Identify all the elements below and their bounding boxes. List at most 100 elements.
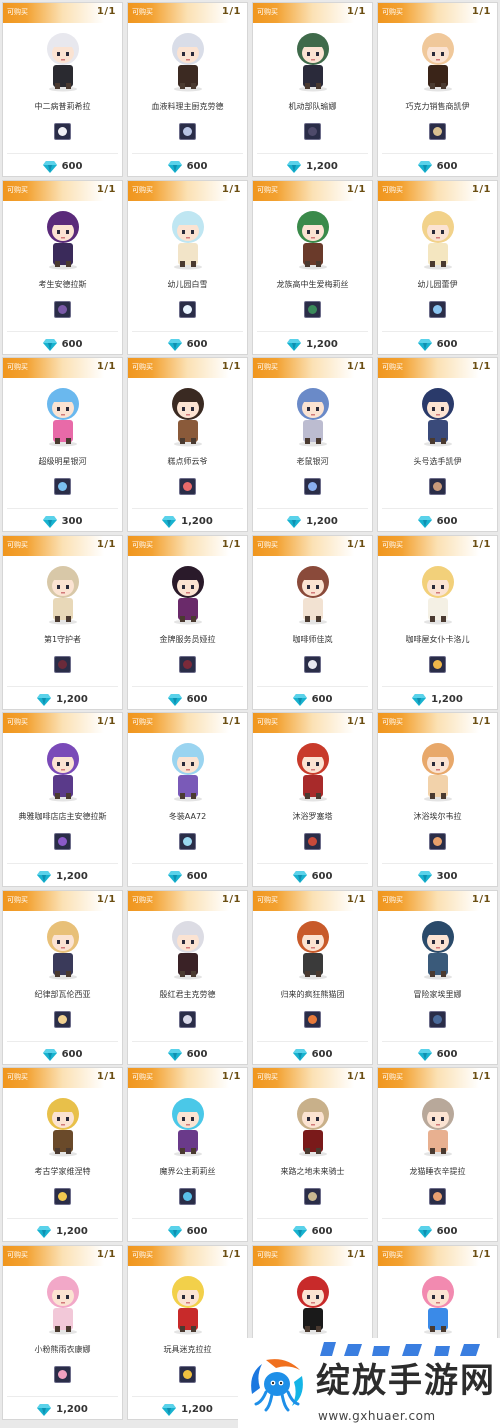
card-divider — [382, 1040, 493, 1042]
shop-item-grid: 可购买 1/1 中二病普莉希拉 600 可购买 1/1 血液料理主厨克劳德 600 可购买 1/1… — [2, 2, 498, 1420]
price-value: 600 — [436, 1048, 458, 1060]
diamond-icon — [417, 338, 432, 351]
card-header: 可购买 1/1 — [378, 3, 497, 23]
shop-item-card[interactable]: 可购买 1/1 龙猫睡衣辛提拉 600 — [377, 1067, 498, 1242]
shop-item-card[interactable]: 可购买 1/1 考古学家维涅特 1,200 — [2, 1067, 123, 1242]
shop-item-card[interactable]: 可购买 1/1 典雅咖啡店店主安德拉斯 1,200 — [2, 712, 123, 887]
stock-count: 1/1 — [96, 1071, 116, 1082]
character-sprite — [278, 558, 348, 626]
shop-item-card[interactable]: 可购买 1/1 龙族高中生爱梅莉丝 1,200 — [252, 179, 373, 355]
shop-item-card[interactable]: 可购买 1/1 超级明星银河 300 — [2, 357, 123, 532]
character-sprite — [153, 380, 223, 448]
shop-item-card[interactable]: 可购买 1/1 金牌服务员娅拉 600 — [127, 534, 248, 710]
shop-item-card[interactable]: 可购买 1/1 归来的疯狂熊猫团 600 — [252, 889, 373, 1065]
card-header: 可购买 1/1 — [128, 890, 247, 911]
price-row: 600 — [378, 337, 497, 353]
stock-count: 1/1 — [221, 538, 241, 550]
stock-count: 1/1 — [96, 716, 116, 727]
price-row: 600 — [253, 1224, 372, 1240]
shop-item-card[interactable]: 可购买 1/1 考生安德拉斯 600 — [2, 179, 123, 355]
shop-item-card[interactable]: 可购买 1/1 纪律部瓦伦西亚 600 — [2, 889, 123, 1065]
shop-item-card[interactable]: 可购买 1/1 幼儿园白雪 600 — [127, 179, 248, 355]
diamond-icon — [412, 693, 427, 706]
shop-item-card[interactable]: 可购买 1/1 殷红君主克劳德 600 — [127, 889, 248, 1065]
card-divider — [7, 863, 118, 864]
shop-item-card[interactable]: 可购买 1/1 冒险家埃里娜 600 — [377, 889, 498, 1065]
shop-item-card[interactable]: 可购买 1/1 幼儿园蕾伊 600 — [377, 179, 498, 355]
card-divider — [257, 153, 368, 154]
stock-count: 1/1 — [346, 6, 366, 17]
shop-item-card[interactable]: 可购买 1/1 巧克力销售商凯伊 600 — [377, 2, 498, 177]
card-header: 可购买 1/1 — [128, 180, 247, 201]
price-value: 600 — [436, 516, 458, 527]
purchasable-label: 可购买 — [7, 185, 28, 194]
card-divider — [7, 1040, 118, 1042]
character-thumbnail — [429, 833, 446, 850]
price-value: 1,200 — [306, 516, 338, 527]
price-value: 600 — [186, 338, 208, 350]
price-value: 1,200 — [431, 693, 463, 705]
diamond-icon — [287, 338, 302, 351]
diamond-icon — [287, 516, 302, 528]
shop-item-card[interactable]: 可购买 1/1 冬装AA72 600 — [127, 712, 248, 887]
shop-item-card[interactable]: 可购买 1/1 沐浴罗塞塔 600 — [252, 712, 373, 887]
shop-item-card[interactable]: 可购买 1/1 中二病普莉希拉 600 — [2, 2, 123, 177]
watermark-title: 绽放手游网 — [316, 1361, 496, 1401]
shop-item-card[interactable]: 可购买 1/1 咖啡屋女仆卡洛儿 1,200 — [377, 534, 498, 710]
card-header: 可购买 1/1 — [3, 1068, 122, 1088]
card-header: 可购买 1/1 — [253, 1068, 372, 1088]
diamond-icon — [37, 693, 52, 706]
card-divider — [382, 1218, 493, 1219]
octopus-logo-icon — [246, 1354, 308, 1416]
shop-item-card[interactable]: 可购买 1/1 小粉熊雨衣康娜 1,200 — [2, 1244, 123, 1420]
character-name: 归来的疯狂熊猫团 — [280, 989, 345, 999]
stock-count: 1/1 — [96, 183, 116, 195]
character-name: 超级明星银河 — [38, 457, 87, 466]
diamond-icon — [42, 1048, 57, 1061]
character-thumbnail — [54, 1365, 71, 1383]
stock-count: 1/1 — [221, 6, 241, 17]
card-header: 可购买 1/1 — [128, 3, 247, 23]
diamond-icon — [37, 1226, 52, 1238]
shop-item-card[interactable]: 可购买 1/1 血液料理主厨克劳德 600 — [127, 2, 248, 177]
character-sprite — [153, 25, 223, 93]
shop-item-card[interactable]: 可购买 1/1 机动部队瑜娜 1,200 — [252, 2, 373, 177]
shop-item-card[interactable]: 可购买 1/1 老鼠银河 1,200 — [252, 357, 373, 532]
character-thumbnail — [179, 123, 196, 140]
character-sprite — [278, 913, 348, 981]
shop-item-card[interactable]: 可购买 1/1 来路之地未来骑士 600 — [252, 1067, 373, 1242]
card-header: 可购买 1/1 — [253, 180, 372, 201]
character-thumbnail — [179, 655, 196, 673]
shop-item-card[interactable]: 可购买 1/1 魔界公主莉莉丝 600 — [127, 1067, 248, 1242]
character-thumbnail — [179, 478, 196, 495]
card-divider — [7, 685, 118, 687]
character-thumbnail — [54, 1010, 71, 1028]
diamond-icon — [417, 516, 432, 528]
character-sprite — [278, 25, 348, 93]
character-sprite — [28, 25, 98, 93]
character-name: 龙族高中生爱梅莉丝 — [276, 279, 349, 289]
card-divider — [257, 1218, 368, 1219]
shop-item-card[interactable]: 可购买 1/1 头号选手凯伊 600 — [377, 357, 498, 532]
shop-item-card[interactable]: 可购买 1/1 糕点师云爷 1,200 — [127, 357, 248, 532]
shop-item-card[interactable]: 可购买 1/1 咖啡师佳岚 600 — [252, 534, 373, 710]
shop-item-card[interactable]: 可购买 1/1 第1守护者 1,200 — [2, 534, 123, 710]
purchasable-label: 可购买 — [257, 718, 278, 726]
character-thumbnail — [429, 478, 446, 495]
stock-count: 1/1 — [346, 538, 366, 550]
price-row: 1,200 — [3, 692, 122, 708]
purchasable-label: 可购买 — [132, 1250, 153, 1259]
price-value: 600 — [186, 161, 208, 172]
diamond-icon — [287, 161, 302, 173]
price-value: 600 — [186, 1226, 208, 1237]
purchasable-label: 可购买 — [7, 540, 28, 549]
character-thumbnail — [54, 655, 71, 673]
character-name: 来路之地未来骑士 — [280, 1167, 345, 1176]
price-value: 600 — [311, 693, 333, 705]
character-name: 咖啡师佳岚 — [292, 634, 333, 644]
character-thumbnail — [429, 655, 446, 673]
diamond-icon — [167, 1226, 182, 1238]
purchasable-label: 可购买 — [7, 895, 28, 904]
shop-item-card[interactable]: 可购买 1/1 玩具迷克拉拉 1,200 — [127, 1244, 248, 1420]
shop-item-card[interactable]: 可购买 1/1 沐浴埃尔韦拉 300 — [377, 712, 498, 887]
